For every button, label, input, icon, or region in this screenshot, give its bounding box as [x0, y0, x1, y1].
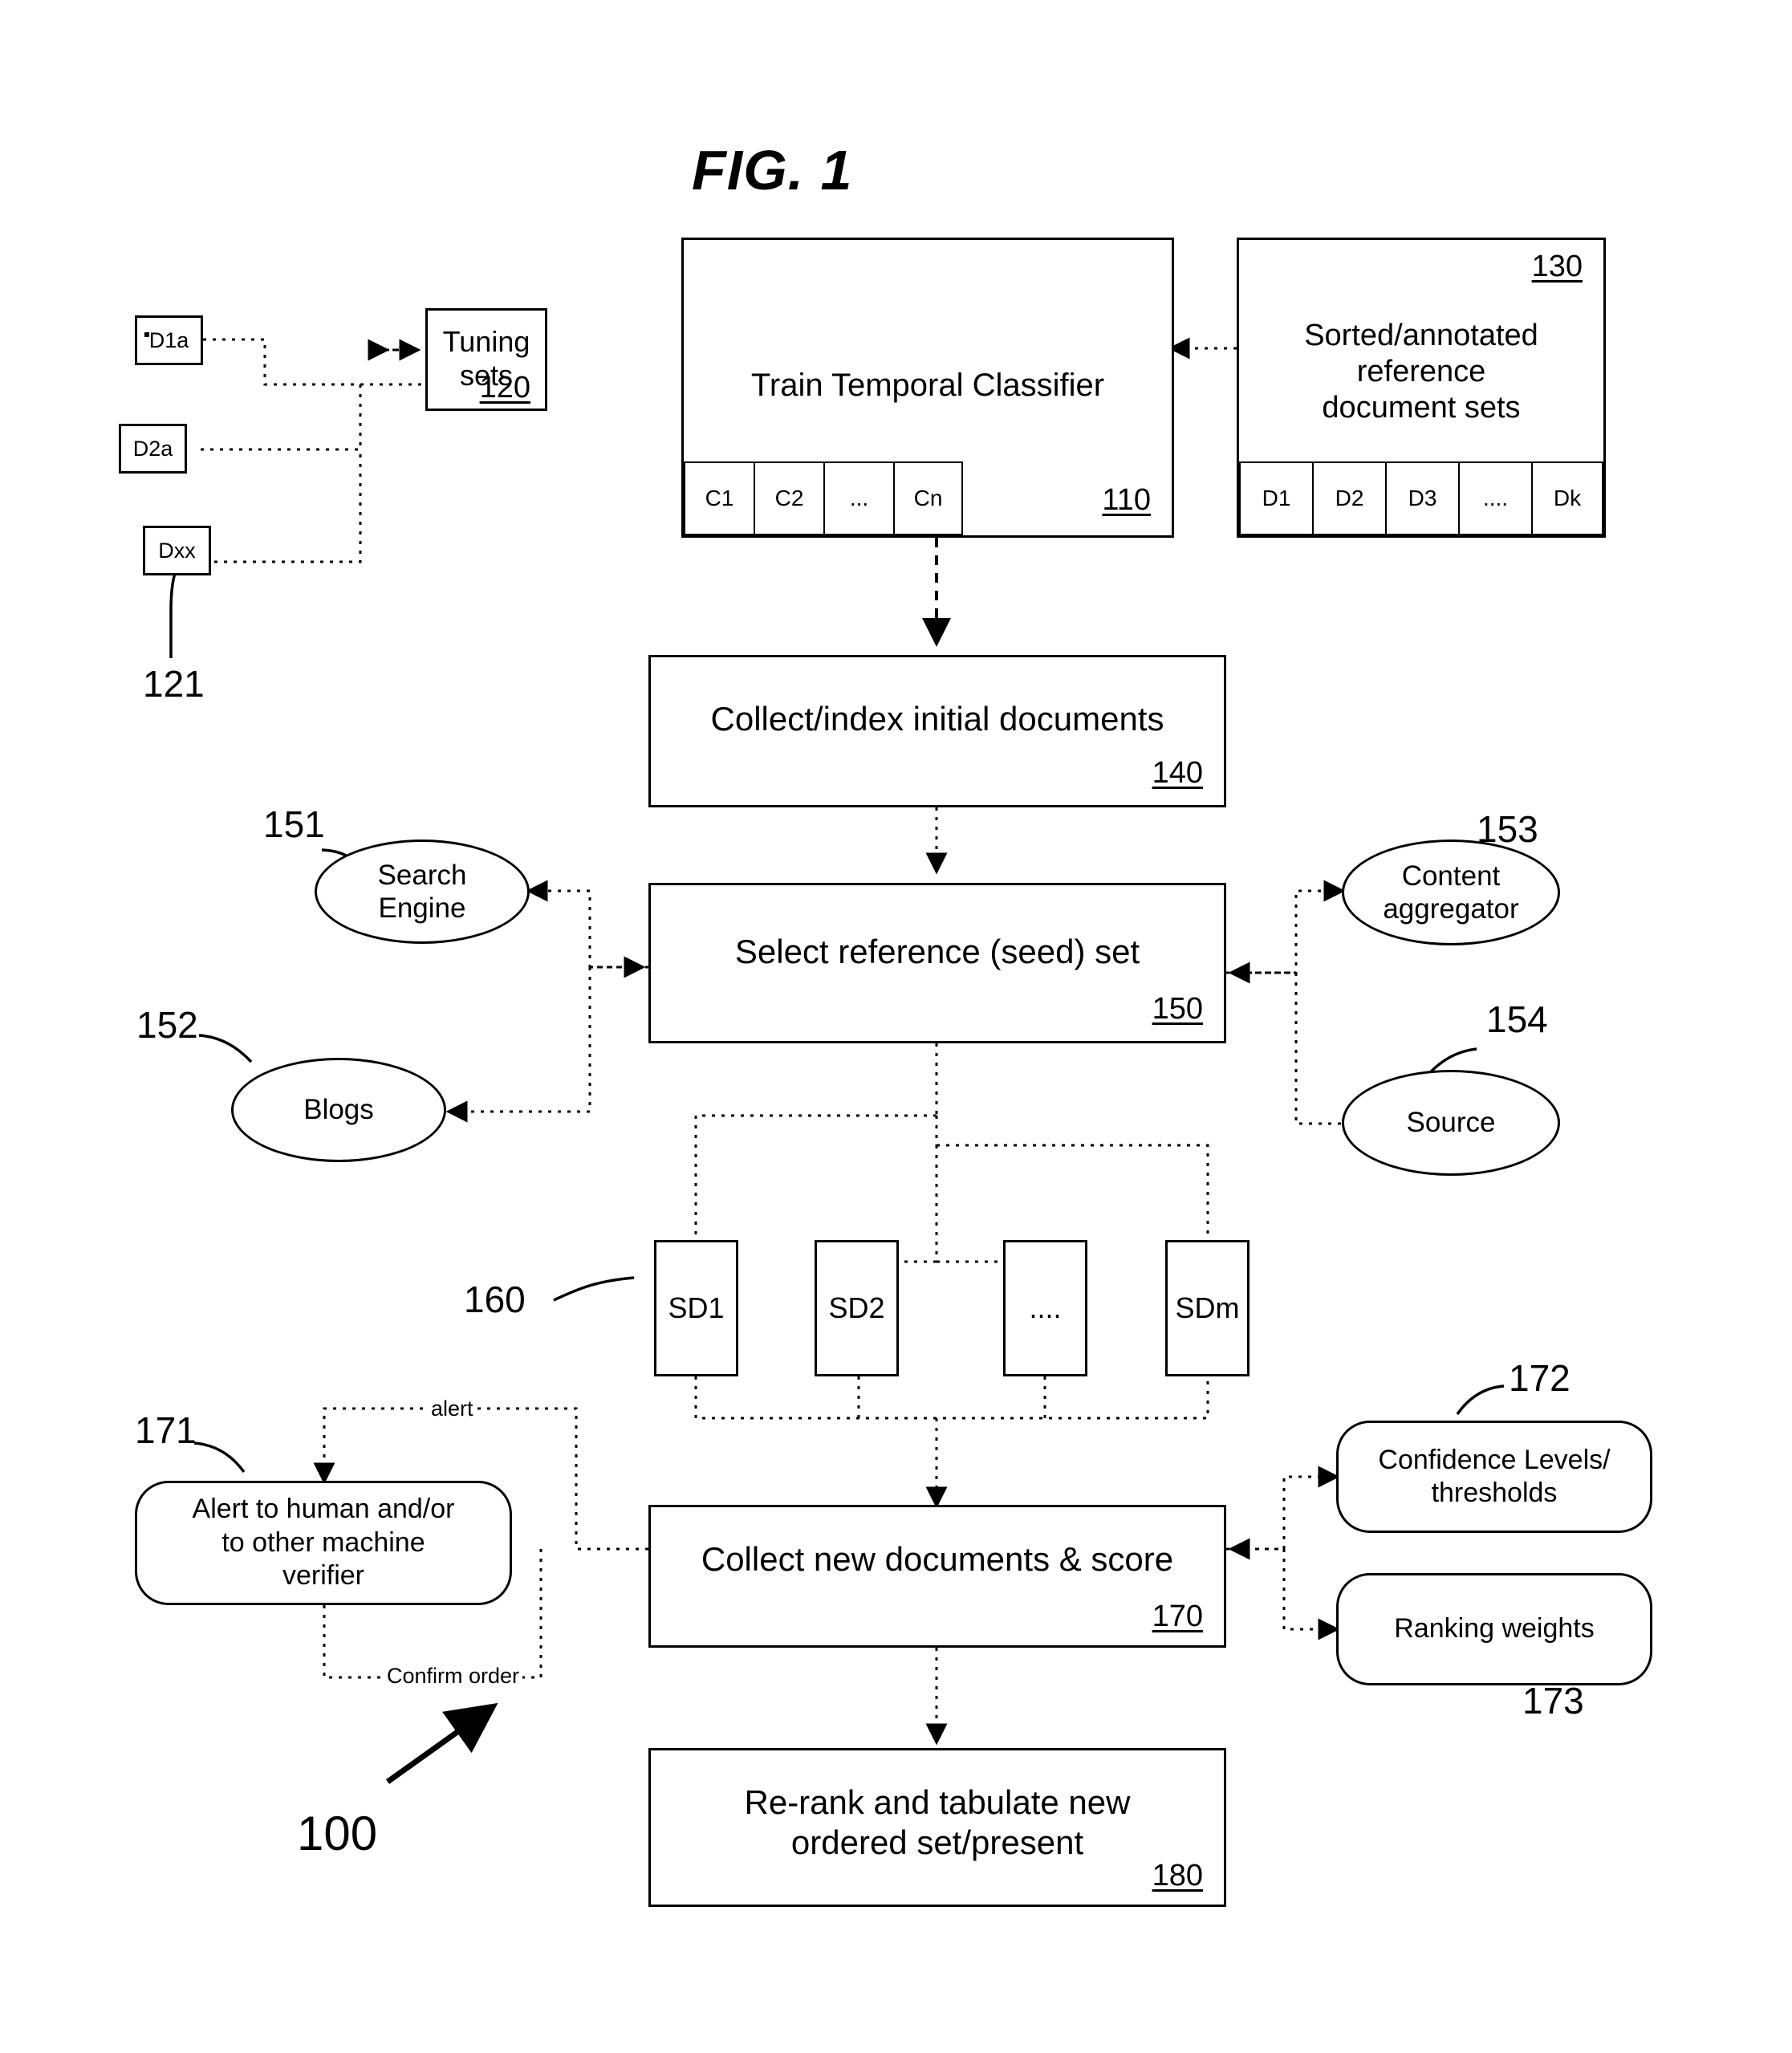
ref-number-153: 153: [1477, 808, 1538, 850]
ref-number-100: 100: [297, 1807, 378, 1860]
seed-doc-label: SD2: [828, 1291, 885, 1324]
node-blogs-label: Blogs: [303, 1094, 374, 1126]
ref-number-121: 121: [143, 663, 205, 705]
ref-number-120: 120: [479, 371, 530, 405]
classifier-cell: Cn: [893, 461, 963, 535]
classifier-cell: C2: [754, 461, 823, 535]
node-sorted-reference-label: Sorted/annotated reference document sets: [1304, 319, 1538, 425]
ref-number-152: 152: [136, 1004, 198, 1046]
seed-doc-label: ....: [1029, 1291, 1062, 1324]
node-content-aggregator-label: Content aggregator: [1383, 860, 1519, 925]
node-confidence-levels-thresholds: Confidence Levels/ thresholds: [1336, 1421, 1652, 1533]
tuning-doc-label: D2a: [132, 436, 173, 461]
node-alert-label: Alert to human and/or to other machine v…: [192, 1494, 455, 1592]
ref-number-151: 151: [263, 803, 325, 845]
tuning-doc-d2a: D2a: [119, 424, 187, 474]
node-rerank-label: Re-rank and tabulate new ordered set/pre…: [744, 1783, 1131, 1861]
node-search-engine-label: Search Engine: [377, 859, 467, 924]
ref-number-150: 150: [1152, 992, 1203, 1026]
seed-doc-label: SD1: [668, 1291, 725, 1324]
ref-number-171: 171: [135, 1409, 197, 1451]
node-rerank-tabulate: Re-rank and tabulate new ordered set/pre…: [648, 1748, 1226, 1907]
reference-cell: ....: [1458, 461, 1531, 535]
node-source: Source: [1342, 1070, 1560, 1176]
node-tuning-sets: Tuning sets 120: [425, 308, 547, 411]
node-select-seed-label: Select reference (seed) set: [734, 933, 1140, 970]
seed-doc-sdm: SDm: [1165, 1240, 1250, 1376]
seed-doc-ellipsis: ....: [1003, 1240, 1087, 1376]
ref-number-130: 130: [1531, 250, 1583, 283]
tuning-doc-label: D1a: [148, 327, 189, 352]
ref-number-154: 154: [1486, 998, 1548, 1040]
figure-canvas: FIG. 1 D1a D2a Dxx 121 Tuning sets 120 T…: [0, 0, 1792, 2053]
node-alert-to-human-verifier: Alert to human and/or to other machine v…: [135, 1481, 512, 1605]
ref-number-173: 173: [1522, 1680, 1584, 1722]
classifier-cell: ...: [823, 461, 893, 535]
node-collect-score-label: Collect new documents & score: [701, 1540, 1174, 1578]
ref-number-172: 172: [1509, 1357, 1571, 1399]
node-collect-index-label: Collect/index initial documents: [710, 700, 1164, 738]
edge-label-confirm-order: Confirm order: [384, 1664, 523, 1689]
node-collect-new-documents-score: Collect new documents & score 170: [648, 1505, 1226, 1648]
tuning-doc-d1a: D1a: [135, 315, 203, 365]
tuning-doc-dxx: Dxx: [143, 526, 211, 575]
spacer: [144, 332, 149, 337]
seed-doc-sd1: SD1: [654, 1240, 738, 1376]
node-source-label: Source: [1406, 1107, 1496, 1139]
ref-number-140: 140: [1152, 756, 1203, 790]
reference-cell-strip: D1 D2 D3 .... Dk: [1239, 461, 1603, 535]
tuning-doc-label: Dxx: [158, 538, 196, 563]
seed-doc-label: SDm: [1175, 1291, 1240, 1324]
node-train-temporal-classifier-label: Train Temporal Classifier: [750, 368, 1105, 403]
node-select-reference-seed-set: Select reference (seed) set 150: [648, 883, 1226, 1043]
reference-cell: Dk: [1531, 461, 1603, 535]
node-confidence-label: Confidence Levels/ thresholds: [1378, 1444, 1611, 1508]
node-blogs: Blogs: [231, 1058, 446, 1162]
edge-label-alert: alert: [428, 1396, 477, 1421]
node-ranking-weights-label: Ranking weights: [1394, 1613, 1595, 1644]
reference-cell: D1: [1239, 461, 1312, 535]
ref-number-180: 180: [1152, 1859, 1203, 1892]
classifier-cell-strip: C1 C2 ... Cn: [684, 461, 963, 535]
seed-doc-sd2: SD2: [815, 1240, 899, 1376]
node-content-aggregator: Content aggregator: [1342, 839, 1560, 945]
ref-number-110: 110: [1102, 483, 1151, 517]
reference-cell: D3: [1385, 461, 1458, 535]
ref-number-160: 160: [464, 1279, 526, 1320]
node-collect-index-initial-documents: Collect/index initial documents 140: [648, 655, 1226, 807]
node-ranking-weights: Ranking weights: [1336, 1573, 1652, 1685]
reference-cell: D2: [1312, 461, 1385, 535]
node-search-engine: Search Engine: [315, 839, 530, 944]
ref-number-170: 170: [1152, 1600, 1203, 1633]
classifier-cell: C1: [684, 461, 754, 535]
figure-title: FIG. 1: [692, 139, 853, 201]
